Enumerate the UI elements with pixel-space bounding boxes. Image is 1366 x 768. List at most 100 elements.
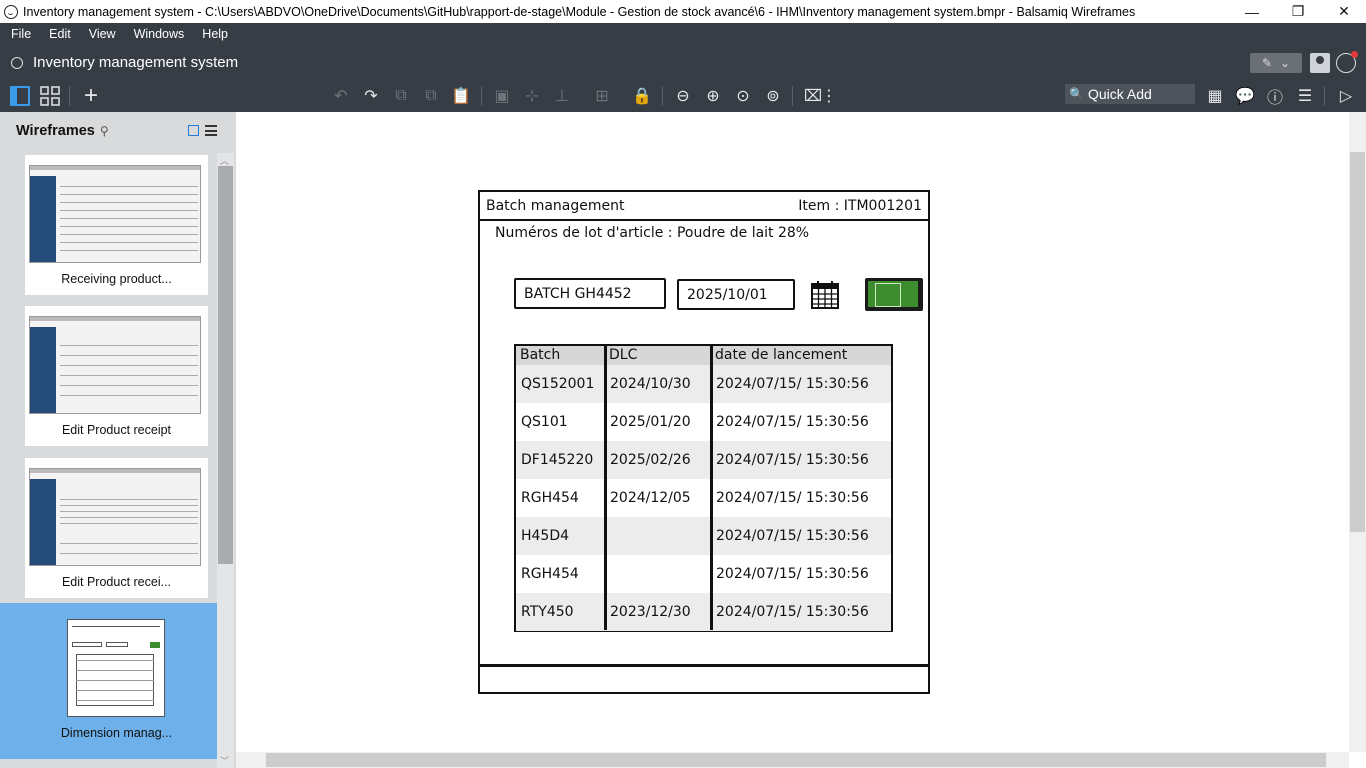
notification-icon[interactable] — [1336, 51, 1358, 73]
cell-batch: QS101 — [521, 414, 568, 430]
close-button[interactable]: ✕ — [1321, 0, 1366, 23]
sidebar-scrollbar-thumb[interactable] — [218, 166, 233, 564]
thumbnail-label: Receiving product... — [61, 272, 172, 286]
cell-date: 2024/07/15/ 15:30:56 — [716, 452, 869, 468]
wf-title-bar: Batch management Item : ITM001201 — [480, 192, 928, 221]
chevron-down-icon: ⌄ — [1280, 56, 1291, 70]
table-row[interactable]: DF145220 2025/02/26 2024/07/15/ 15:30:56 — [516, 441, 891, 479]
scroll-down-icon[interactable]: ﹀ — [220, 754, 229, 767]
wireframe-thumbnail-3[interactable]: Edit Product recei... — [25, 458, 208, 598]
window-title-bar: Inventory management system - C:\Users\A… — [0, 0, 1366, 23]
edit-mode-button[interactable]: ✎ ⌄ — [1250, 53, 1302, 73]
undo-icon[interactable]: ↶ — [329, 84, 353, 108]
branch-icon[interactable]: ⚲ — [100, 124, 109, 138]
minimize-button[interactable]: — — [1229, 0, 1275, 23]
table-row[interactable]: RTY450 2023/12/30 2024/07/15/ 15:30:56 — [516, 593, 891, 631]
media-library-icon[interactable]: ▦ — [1203, 84, 1227, 108]
thumbnail-image — [29, 165, 201, 263]
wireframe-thumbnail-1[interactable]: Receiving product... — [25, 155, 208, 295]
batch-input[interactable]: BATCH GH4452 — [514, 278, 666, 309]
canvas-vertical-scrollbar[interactable] — [1349, 112, 1366, 752]
lock-icon[interactable]: 🔒 — [630, 84, 654, 108]
thumbnail-view-icon[interactable] — [188, 125, 199, 136]
calendar-icon[interactable] — [811, 280, 839, 310]
cell-batch: RGH454 — [521, 566, 579, 582]
balsamiq-app-icon — [4, 4, 18, 19]
cell-date: 2024/07/15/ 15:30:56 — [716, 414, 869, 430]
group-icon[interactable]: ▣ — [490, 84, 514, 108]
cell-date: 2024/07/15/ 15:30:56 — [716, 566, 869, 582]
cell-dlc: 2024/10/30 — [610, 376, 691, 392]
list-view-icon[interactable] — [205, 125, 217, 136]
table-row[interactable]: RGH454 2024/12/05 2024/07/15/ 15:30:56 — [516, 479, 891, 517]
thumbnail-label: Edit Product recei... — [61, 575, 172, 589]
table-header-batch: Batch — [516, 346, 605, 365]
more-options-icon[interactable]: ⋮ — [821, 84, 837, 108]
arrange-icon[interactable]: ⊞ — [590, 84, 614, 108]
wireframe-thumbnail-4[interactable]: Dimension manag... — [25, 609, 208, 749]
batch-table: Batch DLC date de lancement QS152001 202… — [514, 344, 893, 632]
user-avatar[interactable] — [1310, 53, 1330, 73]
wf-item-label: Item : ITM001201 — [798, 198, 922, 214]
table-header-date: date de lancement — [711, 346, 891, 365]
sidebar-header: Wireframes ⚲ — [0, 112, 236, 149]
align-icon[interactable]: ⊥ — [550, 84, 574, 108]
zoom-in-icon[interactable]: ⊕ — [701, 84, 725, 108]
menu-windows[interactable]: Windows — [127, 27, 192, 41]
menu-edit[interactable]: Edit — [42, 27, 78, 41]
cell-date: 2024/07/15/ 15:30:56 — [716, 528, 869, 544]
zoom-fit-icon[interactable]: ⊚ — [761, 84, 785, 108]
scroll-up-icon[interactable]: ︿ — [220, 154, 229, 167]
presentation-icon[interactable]: ▷ — [1334, 84, 1358, 108]
cell-batch: RTY450 — [521, 604, 574, 620]
ungroup-icon[interactable]: ⊹ — [520, 84, 544, 108]
table-row[interactable]: H45D4 2024/07/15/ 15:30:56 — [516, 517, 891, 555]
toolbar: + ↶ ↷ ⧉ ⧉ 📋 ▣ ⊹ ⊥ ⊞ 🔒 ⊖ ⊕ ⊙ ⊚ ⌧ ⋮ 🔍 Quic… — [0, 80, 1366, 112]
menu-help[interactable]: Help — [195, 27, 235, 41]
wf-title: Batch management — [486, 198, 625, 214]
menu-file[interactable]: File — [4, 27, 38, 41]
cell-date: 2024/07/15/ 15:30:56 — [716, 376, 869, 392]
restore-button[interactable]: ❐ — [1275, 0, 1321, 23]
cell-date: 2024/07/15/ 15:30:56 — [716, 490, 869, 506]
menu-view[interactable]: View — [82, 27, 123, 41]
wf-subtitle: Numéros de lot d'article : Poudre de lai… — [495, 225, 810, 241]
paste-icon[interactable]: 📋 — [449, 84, 473, 108]
zoom-actual-icon[interactable]: ⊙ — [731, 84, 755, 108]
quick-add-placeholder: Quick Add — [1087, 86, 1152, 102]
cell-dlc: 2023/12/30 — [610, 604, 691, 620]
table-header-dlc: DLC — [605, 346, 711, 365]
date-input[interactable]: 2025/10/01 — [677, 279, 795, 310]
add-wireframe-icon[interactable]: + — [79, 82, 103, 109]
zoom-out-icon[interactable]: ⊖ — [671, 84, 695, 108]
menu-bar: File Edit View Windows Help — [0, 23, 1366, 45]
project-title: Inventory management system — [33, 54, 239, 71]
table-row[interactable]: QS101 2025/01/20 2024/07/15/ 15:30:56 — [516, 403, 891, 441]
search-icon: 🔍 — [1069, 87, 1084, 101]
quick-add-input[interactable]: 🔍 Quick Add — [1065, 84, 1195, 104]
cell-batch: RGH454 — [521, 490, 579, 506]
table-row[interactable]: QS152001 2024/10/30 2024/07/15/ 15:30:56 — [516, 365, 891, 403]
info-icon[interactable]: ⓘ — [1263, 84, 1287, 108]
cell-batch: H45D4 — [521, 528, 570, 544]
cell-dlc: 2025/02/26 — [610, 452, 691, 468]
batch-management-window[interactable]: Batch management Item : ITM001201 Numéro… — [478, 190, 930, 694]
add-batch-button[interactable] — [865, 278, 923, 311]
table-row[interactable]: RGH454 2024/07/15/ 15:30:56 — [516, 555, 891, 593]
redo-icon[interactable]: ↷ — [359, 84, 383, 108]
column-divider — [710, 346, 713, 630]
thumbnail-image — [67, 619, 165, 717]
cell-batch: DF145220 — [521, 452, 594, 468]
grid-view-icon[interactable] — [38, 84, 62, 108]
comment-icon[interactable]: 💬 — [1233, 84, 1257, 108]
wireframe-thumbnail-2[interactable]: Edit Product receipt — [25, 306, 208, 446]
properties-icon[interactable]: ☰ — [1293, 84, 1317, 108]
copy-icon[interactable]: ⧉ — [389, 84, 413, 108]
cell-dlc: 2025/01/20 — [610, 414, 691, 430]
column-divider — [604, 346, 607, 630]
canvas-horizontal-scrollbar[interactable] — [236, 752, 1349, 768]
thumbnail-label: Edit Product receipt — [61, 423, 172, 437]
single-view-icon[interactable] — [8, 84, 32, 108]
cell-dlc: 2024/12/05 — [610, 490, 691, 506]
duplicate-icon[interactable]: ⧉ — [419, 84, 443, 108]
